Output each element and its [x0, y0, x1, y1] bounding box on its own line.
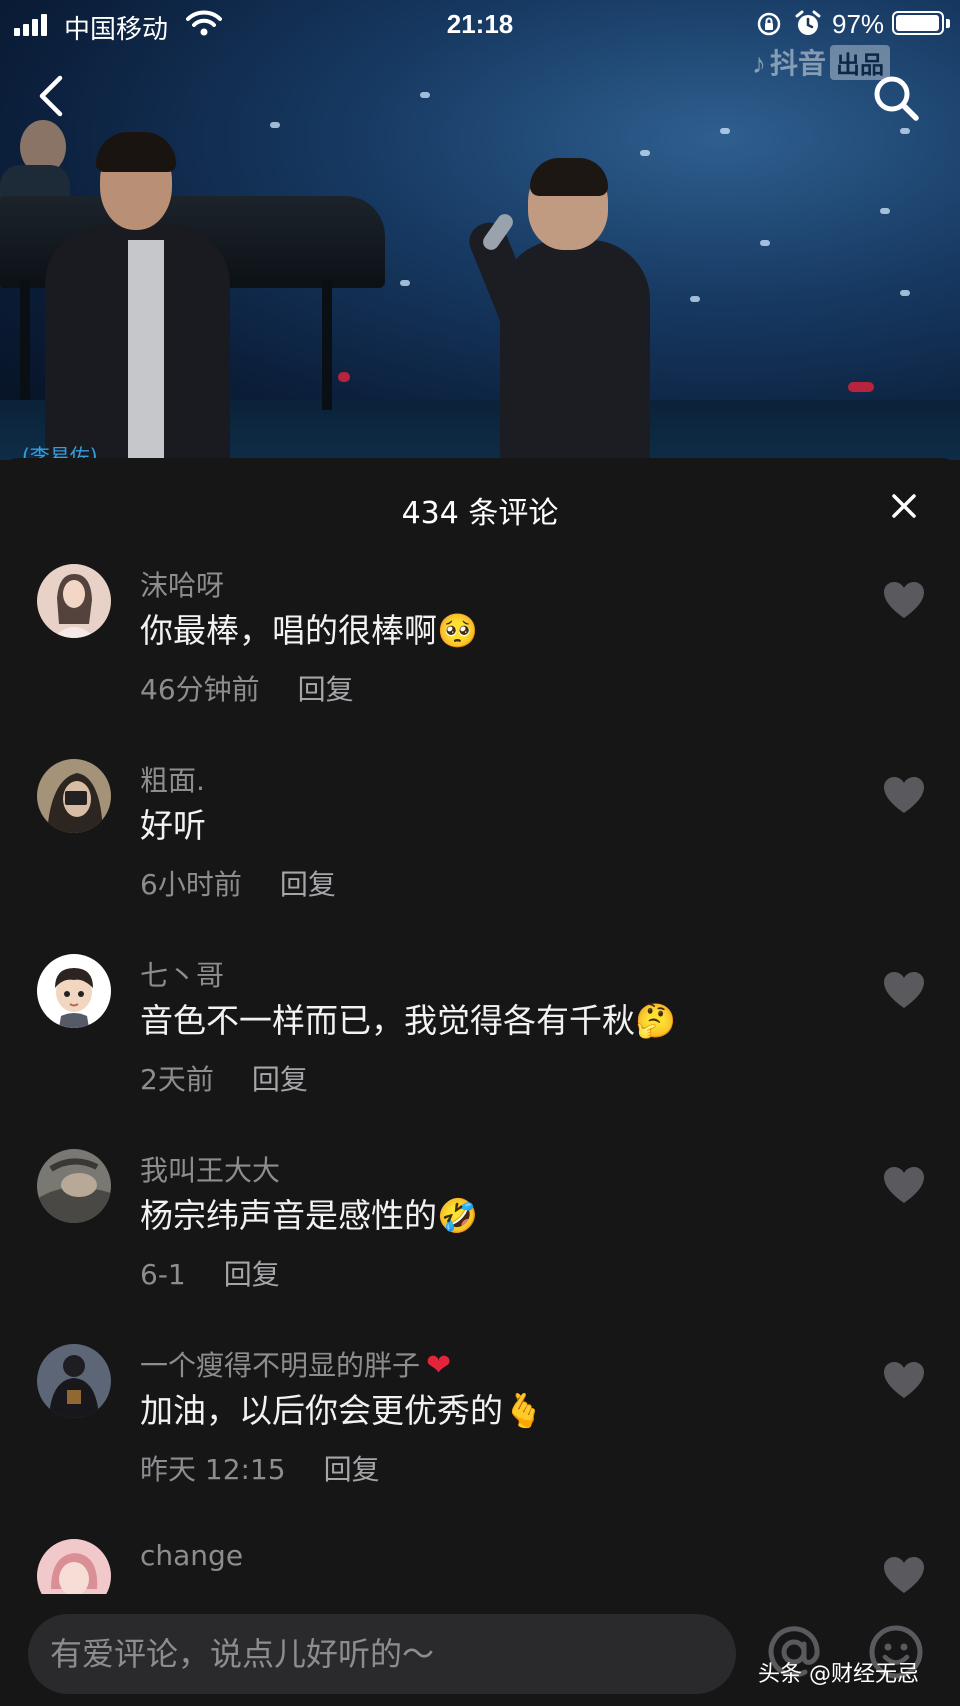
heart-icon[interactable] — [882, 1165, 926, 1205]
alarm-icon — [795, 10, 821, 35]
battery-percent: 97% — [832, 9, 885, 39]
pleading-face-emoji: 🥺 — [437, 611, 479, 650]
stage-light — [880, 208, 890, 214]
search-icon[interactable] — [868, 70, 924, 126]
video-player[interactable]: (李易佐) 中国移动 21:18 97% ♪ 抖音 出品 — [0, 0, 960, 460]
status-bar: 中国移动 21:18 97% — [0, 0, 960, 48]
comment-text: 好听 — [140, 806, 206, 845]
comment-time: 昨天 12:15 — [140, 1453, 286, 1486]
red-heart-emoji: ❤ — [426, 1348, 452, 1383]
comment-time: 46分钟前 — [140, 673, 260, 706]
comment-text: 杨宗纬声音是感性的🤣 — [140, 1196, 479, 1235]
stage-light — [690, 296, 700, 302]
stage-light — [720, 128, 730, 134]
comment-text: 你最棒，唱的很棒啊🥺 — [140, 611, 479, 650]
comment-username[interactable]: 七丶哥 — [140, 954, 224, 994]
comment-username[interactable]: 沫哈呀 — [140, 564, 224, 604]
avatar[interactable] — [37, 759, 111, 833]
stage-light — [400, 280, 410, 286]
comment-text: 音色不一样而已，我觉得各有千秋🤔 — [140, 1001, 677, 1040]
reply-button[interactable]: 回复 — [252, 1063, 308, 1096]
toutiao-watermark: 头条 @财经无忌 — [758, 1662, 919, 1687]
singer-left-hair — [96, 132, 176, 172]
piano-leg — [322, 280, 332, 410]
heart-icon[interactable] — [882, 775, 926, 815]
comments-panel: 434 条评论 沫哈呀 你最棒，唱的很棒啊🥺 46分钟前 回复 粗面. 好听 6… — [0, 458, 960, 1706]
stage-light — [270, 122, 280, 128]
stage-light — [900, 290, 910, 296]
comments-count-title: 434 条评论 — [401, 496, 559, 531]
battery-icon — [892, 11, 944, 35]
avatar[interactable] — [37, 1149, 111, 1223]
comment-item: 沫哈呀 你最棒，唱的很棒啊🥺 46分钟前 回复 — [0, 564, 960, 754]
comment-item: 一个瘦得不明显的胖子 ❤ 加油，以后你会更优秀的🫰 昨天 12:15 回复 — [0, 1344, 960, 1534]
video-caption: (李易佐) — [22, 444, 98, 460]
comment-item: 我叫王大大 杨宗纬声音是感性的🤣 6-1 回复 — [0, 1149, 960, 1339]
stage-light — [900, 128, 910, 134]
back-icon[interactable] — [30, 72, 78, 120]
comment-time: 6-1 — [140, 1258, 186, 1291]
thinking-face-emoji: 🤔 — [635, 1001, 677, 1040]
heart-icon[interactable] — [882, 580, 926, 620]
stage-light — [640, 150, 650, 156]
stage-red-light — [848, 382, 874, 392]
comment-item: 粗面. 好听 6小时前 回复 — [0, 759, 960, 949]
avatar[interactable] — [37, 1344, 111, 1418]
heart-icon[interactable] — [882, 1360, 926, 1400]
comment-meta: 昨天 12:15 回复 — [140, 1448, 380, 1488]
heart-icon[interactable] — [882, 1555, 926, 1595]
singer-right-hair — [530, 158, 608, 196]
stage-red-light — [338, 372, 350, 382]
comment-text: 加油，以后你会更优秀的🫰 — [140, 1391, 545, 1430]
reply-button[interactable]: 回复 — [224, 1258, 280, 1291]
comment-meta: 2天前 回复 — [140, 1058, 308, 1098]
comments-header: 434 条评论 — [0, 458, 960, 554]
comment-item: 七丶哥 音色不一样而已，我觉得各有千秋🤔 2天前 回复 — [0, 954, 960, 1144]
stage-light — [760, 240, 770, 246]
reply-button[interactable]: 回复 — [324, 1453, 380, 1486]
close-icon[interactable] — [888, 490, 920, 522]
singer-right — [500, 240, 650, 460]
stage-light — [420, 92, 430, 98]
comment-username[interactable]: 我叫王大大 — [140, 1149, 280, 1189]
comment-time: 6小时前 — [140, 868, 242, 901]
piano-leg — [20, 280, 30, 400]
comment-username: 一个瘦得不明显的胖子 ❤ — [140, 1348, 452, 1383]
battery-nub — [946, 19, 950, 28]
comment-meta: 6小时前 回复 — [140, 863, 336, 903]
avatar[interactable] — [37, 564, 111, 638]
comment-time: 2天前 — [140, 1063, 214, 1096]
rotation-lock-icon — [757, 12, 781, 36]
finger-heart-emoji: 🫰 — [503, 1391, 545, 1430]
comment-username[interactable]: change — [140, 1539, 243, 1572]
avatar[interactable] — [37, 954, 111, 1028]
comment-username[interactable]: 粗面. — [140, 759, 205, 799]
comment-input-bar: 头条 @财经无忌 — [0, 1594, 960, 1706]
reply-button[interactable]: 回复 — [298, 673, 354, 706]
comment-meta: 6-1 回复 — [140, 1253, 280, 1293]
comment-input[interactable] — [28, 1614, 736, 1694]
comment-meta: 46分钟前 回复 — [140, 668, 354, 708]
singer-left-shirt — [128, 240, 164, 460]
reply-button[interactable]: 回复 — [280, 868, 336, 901]
rolling-laughing-emoji: 🤣 — [437, 1196, 479, 1235]
heart-icon[interactable] — [882, 970, 926, 1010]
